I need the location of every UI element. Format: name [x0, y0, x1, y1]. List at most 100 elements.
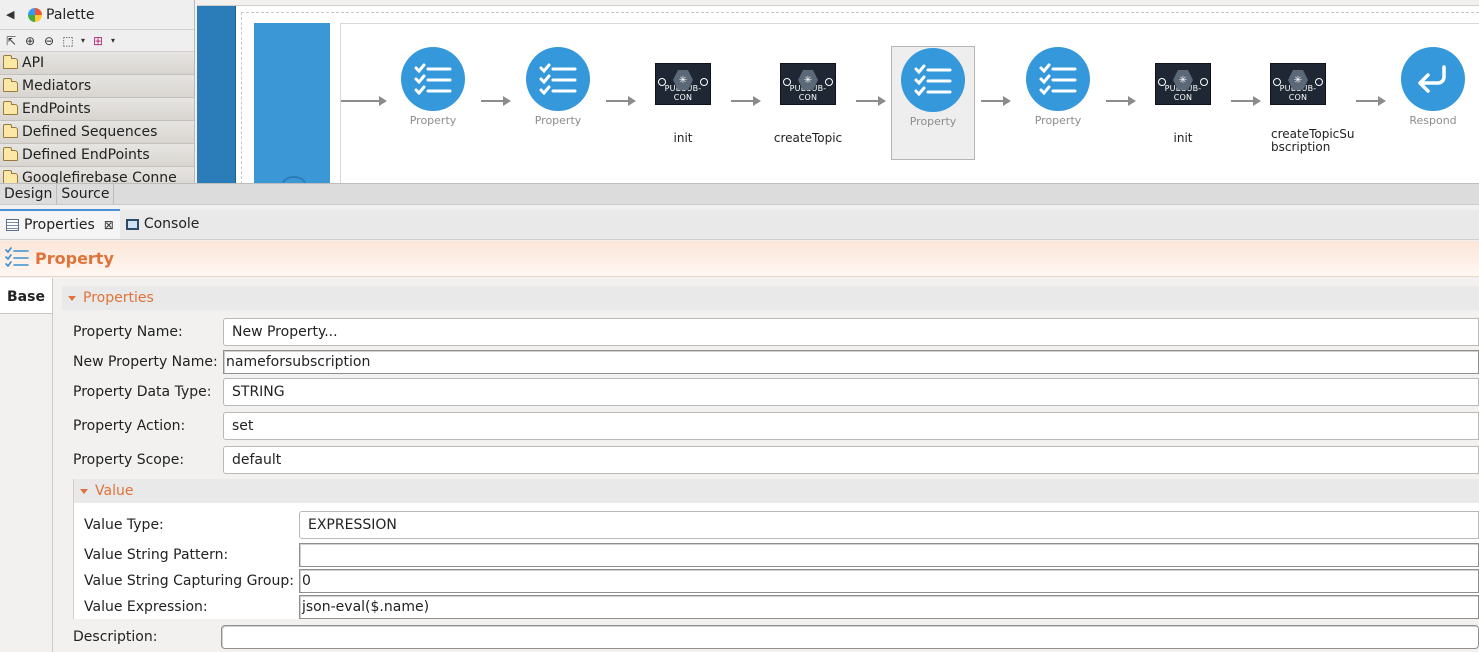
expression-label: Value Expression:: [84, 599, 208, 615]
connection-dropdown-icon[interactable]: ▾: [109, 33, 117, 49]
tab-console[interactable]: Console: [120, 209, 206, 239]
connection-icon[interactable]: ⊞: [90, 33, 106, 49]
property-mediator[interactable]: Property: [1016, 47, 1100, 127]
drawer-label: EndPoints: [22, 101, 91, 117]
folder-icon: [3, 54, 18, 69]
row-description: Description:: [62, 625, 1479, 649]
row-string-pattern: Value String Pattern:: [74, 543, 1479, 567]
connector-label: init: [673, 131, 693, 145]
property-mediator[interactable]: Property: [516, 47, 600, 127]
drawer-defined-sequences[interactable]: Defined Sequences: [0, 121, 194, 144]
property-list-icon: [901, 48, 965, 112]
row-expression: Value Expression: json-eval($.name): [74, 595, 1479, 619]
connector-port-icon: [1200, 78, 1208, 86]
tab-source[interactable]: Source: [57, 184, 115, 205]
mediator-label: Property: [534, 114, 582, 127]
description-label: Description:: [73, 629, 158, 645]
flow-arrow: [731, 96, 761, 106]
property-name-combo[interactable]: New Property...: [223, 318, 1479, 346]
action-select[interactable]: set: [223, 412, 1479, 440]
properties-section-header[interactable]: Properties: [62, 286, 1479, 310]
row-value-type: Value Type: EXPRESSION: [74, 511, 1479, 539]
property-mediator-selected[interactable]: Property: [891, 46, 975, 160]
data-type-select[interactable]: STRING: [223, 378, 1479, 406]
expand-triangle-icon: [68, 295, 76, 301]
drawer-googlefirebase[interactable]: Googlefirebase Conne: [0, 167, 194, 183]
connector-label: createTopic: [773, 131, 843, 145]
connector-port-icon: [658, 78, 666, 86]
palette-toolbar: ⇱ ⊕ ⊖ ⬚ ▾ ⊞ ▾: [0, 30, 194, 52]
string-pattern-input[interactable]: [299, 543, 1479, 567]
tab-properties-label: Properties: [24, 217, 95, 233]
row-new-property-name: New Property Name: nameforsubscription: [62, 350, 1479, 374]
collapse-palette-icon[interactable]: ◀: [6, 8, 16, 21]
tab-base[interactable]: Base: [0, 278, 52, 314]
mediator-label: Respond: [1409, 114, 1457, 127]
capturing-group-label: Value String Capturing Group:: [84, 573, 294, 589]
drawer-mediators[interactable]: Mediators: [0, 75, 194, 98]
marquee-icon[interactable]: ⬚: [60, 33, 76, 49]
close-icon[interactable]: ⊠: [104, 218, 114, 232]
drawer-defined-endpoints[interactable]: Defined EndPoints: [0, 144, 194, 167]
property-mediator[interactable]: Property: [391, 47, 475, 127]
pubsub-connector-init[interactable]: ✳ PUBSUB-CON init: [1141, 63, 1225, 145]
tab-design[interactable]: Design: [0, 184, 58, 205]
zoom-out-icon[interactable]: ⊖: [41, 33, 57, 49]
value-section: Value Value Type: EXPRESSION Value Strin…: [73, 479, 1479, 619]
connector-port-icon: [825, 78, 833, 86]
drawer-api[interactable]: API: [0, 52, 194, 75]
scope-label: Property Scope:: [73, 452, 185, 468]
properties-icon: [6, 219, 19, 231]
property-list-icon: [401, 47, 465, 111]
pubsub-connector-icon: ✳ PUBSUB-CON: [655, 63, 711, 105]
value-section-header[interactable]: Value: [74, 479, 1479, 503]
folder-icon: [3, 77, 18, 92]
respond-mediator[interactable]: Respond: [1391, 47, 1475, 127]
flow-arrow: [1106, 96, 1136, 106]
page-title: Property: [35, 249, 114, 268]
drawer-label: Mediators: [22, 78, 92, 94]
pubsub-connector-create-topic[interactable]: ✳ PUBSUB-CON createTopic: [766, 63, 850, 145]
capturing-group-input[interactable]: 0: [299, 569, 1479, 593]
property-list-icon: [526, 47, 590, 111]
drawer-label: Defined Sequences: [22, 124, 158, 140]
value-type-select[interactable]: EXPRESSION: [299, 511, 1479, 539]
row-scope: Property Scope: default: [62, 446, 1479, 474]
property-list-icon: [5, 246, 29, 271]
palette-title: Palette: [46, 6, 95, 23]
drawer-label: Defined EndPoints: [22, 147, 150, 163]
mediator-label: Property: [409, 114, 457, 127]
new-property-name-label: New Property Name:: [73, 354, 218, 370]
mediator-label: Property: [1034, 114, 1082, 127]
gear-icon: [282, 176, 306, 183]
api-resource-bar[interactable]: [254, 23, 330, 183]
drawer-endpoints[interactable]: EndPoints: [0, 98, 194, 121]
flow-arrow: [1356, 96, 1386, 106]
flow-arrow: [856, 96, 886, 106]
new-property-name-input[interactable]: nameforsubscription: [223, 350, 1479, 374]
action-label: Property Action:: [73, 418, 186, 434]
pubsub-connector-init[interactable]: ✳ PUBSUB-CON init: [641, 63, 725, 145]
section-title: Value: [95, 483, 134, 499]
pubsub-connector-create-topic-subscription[interactable]: ✳ PUBSUB-CON createTopicSu bscription: [1256, 63, 1355, 154]
property-header: Property: [0, 241, 1479, 277]
description-input[interactable]: [221, 625, 1479, 649]
tab-console-label: Console: [143, 216, 200, 232]
select-arrow-icon[interactable]: ⇱: [3, 33, 19, 49]
row-action: Property Action: set: [62, 412, 1479, 440]
string-pattern-label: Value String Pattern:: [84, 547, 229, 563]
tab-properties[interactable]: Properties ⊠: [0, 209, 120, 239]
editor-tab-bar: Design Source: [0, 183, 1479, 205]
flow-arrow: [341, 96, 387, 106]
connector-port-icon: [1273, 78, 1281, 86]
zoom-in-icon[interactable]: ⊕: [22, 33, 38, 49]
design-canvas[interactable]: Property Property ✳ PUBSUB-CON init ✳ PU…: [197, 5, 1479, 183]
palette-icon: [28, 7, 42, 22]
expression-input[interactable]: json-eval($.name): [299, 595, 1479, 619]
pubsub-connector-icon: ✳ PUBSUB-CON: [780, 63, 836, 105]
drawer-label: API: [22, 55, 45, 71]
connector-label: createTopicSu bscription: [1271, 127, 1355, 154]
scope-select[interactable]: default: [223, 446, 1479, 474]
marquee-dropdown-icon[interactable]: ▾: [79, 33, 87, 49]
connector-port-icon: [783, 78, 791, 86]
